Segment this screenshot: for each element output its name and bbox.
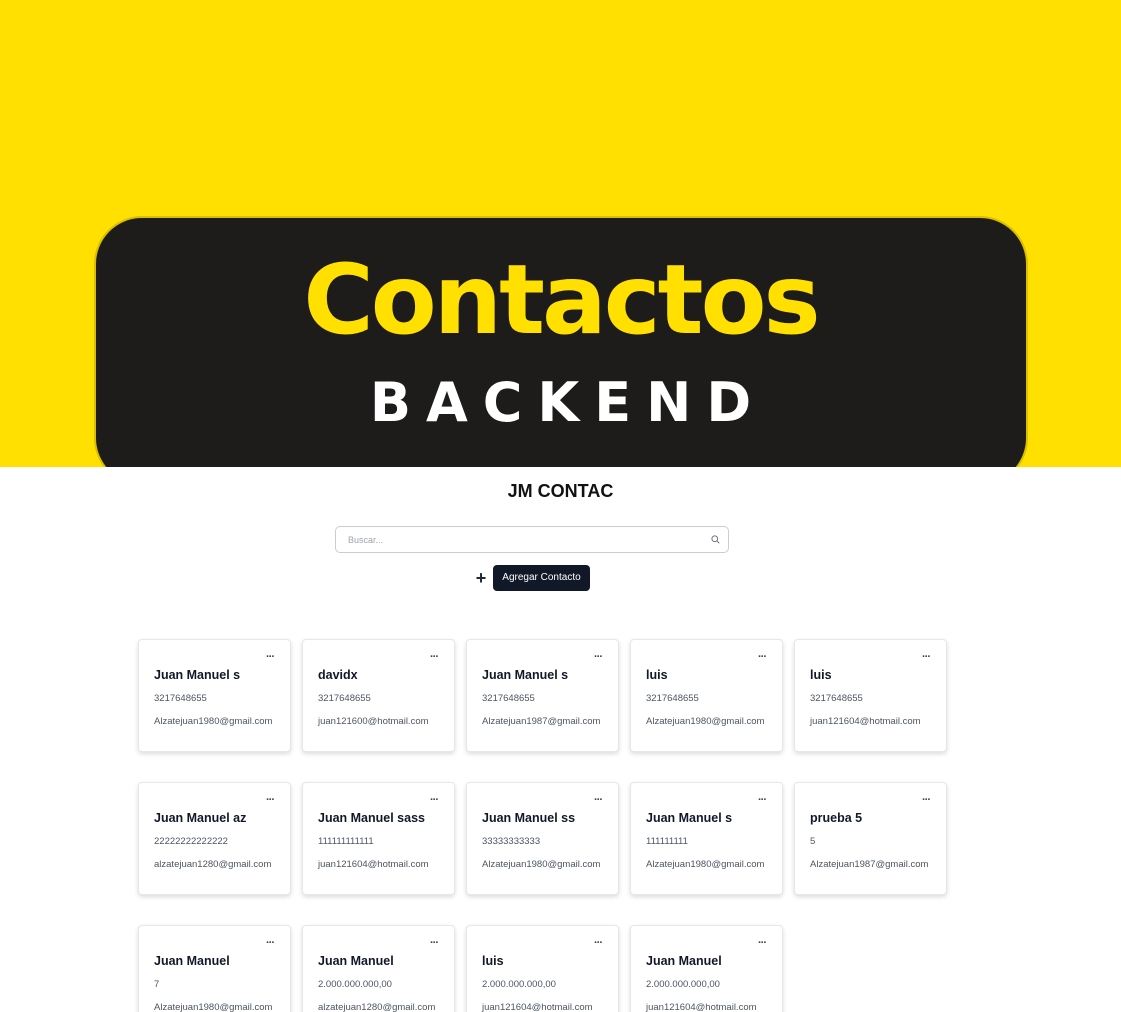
contact-email: Alzatejuan1980@gmail.com (482, 859, 601, 870)
contact-phone: 22222222222222 (154, 836, 228, 847)
contact-name: Juan Manuel s (646, 811, 733, 825)
contact-email: alzatejuan1280@gmail.com (154, 859, 272, 870)
contact-phone: 3217648655 (318, 693, 371, 704)
contact-email: juan121604@hotmail.com (646, 1002, 757, 1012)
more-options-icon[interactable]: ··· (758, 651, 767, 663)
app-title: JM CONTAC (507, 481, 614, 501)
contact-name: luis (482, 954, 504, 968)
contact-phone: 3217648655 (154, 693, 207, 704)
contact-phone: 3217648655 (482, 693, 535, 704)
contact-phone: 33333333333 (482, 836, 541, 847)
contact-phone: 5 (810, 836, 816, 847)
contact-grid: ··· Juan Manuel s 3217648655 Alzatejuan1980… (138, 639, 947, 1012)
contact-name: Juan Manuel (154, 954, 230, 968)
contact-card[interactable]: ··· luis 3217648655 juan121604@hotmail.com (794, 639, 947, 752)
more-options-icon[interactable]: ··· (594, 937, 603, 949)
contact-email: Alzatejuan1980@gmail.com (646, 859, 765, 870)
contact-email: Alzatejuan1987@gmail.com (810, 859, 929, 870)
contact-card[interactable]: ··· Juan Manuel 2.000.000.000,00 juan121604… (630, 925, 783, 1012)
contact-name: Juan Manuel (646, 954, 722, 968)
contact-name: luis (646, 668, 668, 682)
contact-phone: 2.000.000.000,00 (482, 979, 556, 990)
more-options-icon[interactable]: ··· (758, 794, 767, 806)
more-options-icon[interactable]: ··· (430, 937, 439, 949)
contact-name: prueba 5 (810, 811, 863, 825)
contact-card[interactable]: ··· luis 2.000.000.000,00 juan121604@hotmai… (466, 925, 619, 1012)
more-options-icon[interactable]: ··· (922, 794, 931, 806)
more-options-icon[interactable]: ··· (430, 651, 439, 663)
add-contact-button[interactable]: Agregar Contacto (493, 565, 590, 591)
contact-phone: 2.000.000.000,00 (646, 979, 720, 990)
more-options-icon[interactable]: ··· (430, 794, 439, 806)
contact-email: Alzatejuan1980@gmail.com (646, 716, 765, 727)
search-input[interactable] (348, 531, 698, 549)
contact-name: davidx (318, 668, 358, 682)
more-options-icon[interactable]: ··· (266, 937, 275, 949)
contact-email: Alzatejuan1980@gmail.com (154, 1002, 273, 1012)
more-options-icon[interactable]: ··· (266, 651, 275, 663)
contact-email: alzatejuan1280@gmail.com (318, 1002, 436, 1012)
contact-card[interactable]: ··· Juan Manuel s 111111111 Alzatejuan1980@… (630, 782, 783, 895)
contact-name: Juan Manuel az (154, 811, 247, 825)
contact-card[interactable]: ··· davidx 3217648655 juan121600@hotmail.co… (302, 639, 455, 752)
contact-name: Juan Manuel ss (482, 811, 576, 825)
hero-banner: Contactos BACKEND (0, 0, 1121, 467)
hero-title: Contactos (303, 244, 820, 356)
search-icon[interactable] (711, 535, 720, 544)
contact-name: Juan Manuel s (482, 668, 569, 682)
contact-card[interactable]: ··· Juan Manuel 2.000.000.000,00 alzatejuan… (302, 925, 455, 1012)
contact-email: Alzatejuan1987@gmail.com (482, 716, 601, 727)
contact-email: juan121604@hotmail.com (318, 859, 429, 870)
contact-card[interactable]: ··· Juan Manuel s 3217648655 Alzatejuan1980… (138, 639, 291, 752)
more-options-icon[interactable]: ··· (594, 651, 603, 663)
contact-phone: 111111111111 (318, 836, 374, 847)
contact-name: Juan Manuel s (154, 668, 241, 682)
contact-phone: 7 (154, 979, 160, 990)
contact-phone: 2.000.000.000,00 (318, 979, 392, 990)
hero-subtitle: BACKEND (369, 371, 767, 434)
contact-name: Juan Manuel (318, 954, 394, 968)
more-options-icon[interactable]: ··· (758, 937, 767, 949)
contact-card[interactable]: ··· Juan Manuel ss 33333333333 Alzatejuan19… (466, 782, 619, 895)
contact-card[interactable]: ··· Juan Manuel 7 Alzatejuan1980@gmail.com (138, 925, 291, 1012)
contact-card[interactable]: ··· Juan Manuel az 22222222222222 alzatejua… (138, 782, 291, 895)
plus-icon[interactable]: + (474, 568, 488, 588)
contact-phone: 3217648655 (810, 693, 863, 704)
contact-card[interactable]: ··· prueba 5 5 Alzatejuan1987@gmail.com (794, 782, 947, 895)
contact-name: luis (810, 668, 832, 682)
contact-email: juan121604@hotmail.com (810, 716, 921, 727)
search-box[interactable] (335, 526, 729, 553)
more-options-icon[interactable]: ··· (922, 651, 931, 663)
contact-phone: 111111111 (646, 836, 688, 847)
contact-email: juan121600@hotmail.com (318, 716, 429, 727)
contact-card[interactable]: ··· luis 3217648655 Alzatejuan1980@gmail.co… (630, 639, 783, 752)
contact-name: Juan Manuel sass (318, 811, 425, 825)
contact-phone: 3217648655 (646, 693, 699, 704)
contact-email: Alzatejuan1980@gmail.com (154, 716, 273, 727)
contact-card[interactable]: ··· Juan Manuel sass 111111111111 juan12160… (302, 782, 455, 895)
contact-email: juan121604@hotmail.com (482, 1002, 593, 1012)
more-options-icon[interactable]: ··· (594, 794, 603, 806)
contact-card[interactable]: ··· Juan Manuel s 3217648655 Alzatejuan1987… (466, 639, 619, 752)
more-options-icon[interactable]: ··· (266, 794, 275, 806)
